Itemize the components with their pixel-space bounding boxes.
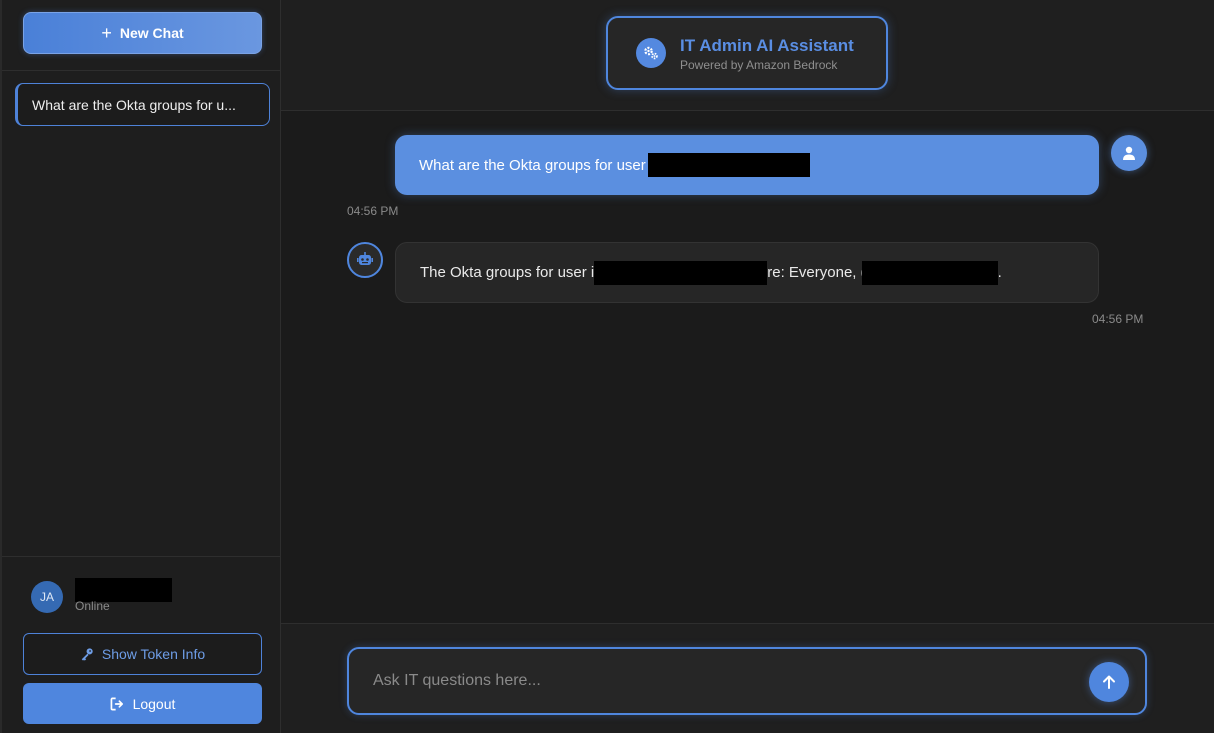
chat-input[interactable] (373, 667, 1063, 695)
assistant-message-text-middle: re: Everyone, ( (767, 264, 866, 281)
user-status: Online (75, 599, 110, 613)
show-token-info-label: Show Token Info (101, 646, 206, 662)
user-avatar-icon (1111, 135, 1147, 171)
avatar: JA (31, 581, 63, 613)
user-message-bubble: What are the Okta groups for user (395, 135, 1099, 195)
assistant-message-time: 04:56 PM (1092, 312, 1144, 326)
assistant-message-text-start: The Okta groups for user i (420, 264, 595, 281)
gears-icon (636, 38, 666, 68)
brand-card: IT Admin AI Assistant Powered by Amazon … (606, 16, 888, 90)
key-icon (81, 648, 93, 661)
show-token-info-button[interactable]: Show Token Info (23, 633, 262, 675)
page-title: IT Admin AI Assistant (680, 36, 854, 55)
user-message-text: What are the Okta groups for user (419, 156, 646, 174)
redacted-block (861, 260, 998, 285)
plus-icon: + (101, 23, 112, 43)
redacted-block (647, 153, 810, 177)
chat-messages: What are the Okta groups for user 04:56 … (281, 111, 1214, 623)
send-button[interactable] (1089, 662, 1129, 702)
header: IT Admin AI Assistant Powered by Amazon … (281, 0, 1214, 111)
user-message-time: 04:56 PM (347, 204, 399, 218)
page-subtitle: Powered by Amazon Bedrock (680, 58, 838, 72)
chat-history-item[interactable]: What are the Okta groups for u... (15, 83, 270, 126)
sidebar-divider (2, 70, 281, 71)
logout-icon (110, 697, 123, 710)
chat-input-container (347, 647, 1147, 715)
input-bar (281, 623, 1214, 733)
assistant-message-bubble: The Okta groups for user i re: Everyone,… (395, 242, 1099, 303)
logout-button[interactable]: Logout (23, 683, 262, 724)
new-chat-button[interactable]: + New Chat (23, 12, 262, 54)
robot-icon (347, 242, 383, 278)
assistant-message-text-end: . (997, 264, 1002, 281)
redacted-block (594, 260, 768, 285)
sidebar-footer-divider (2, 556, 281, 557)
new-chat-label: New Chat (119, 25, 184, 41)
arrow-up-icon (1103, 675, 1115, 689)
sidebar: + New Chat What are the Okta groups for … (0, 0, 281, 733)
logout-label: Logout (132, 695, 176, 712)
